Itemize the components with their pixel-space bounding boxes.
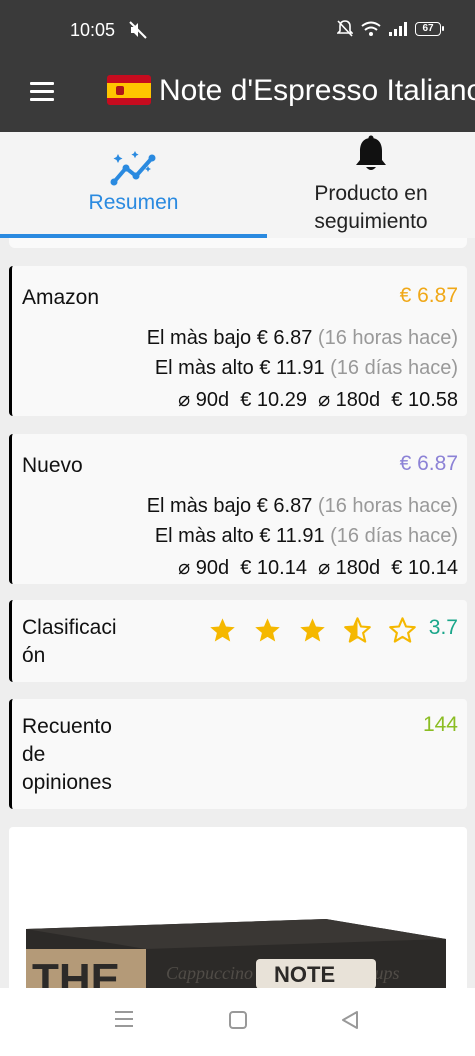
app-title: Note d'Espresso Italiano <box>159 74 475 107</box>
notification-off-icon <box>337 20 353 37</box>
home-icon[interactable] <box>228 1010 248 1030</box>
star-full-icon <box>300 618 325 642</box>
back-icon[interactable] <box>340 1010 360 1030</box>
amazon-lowest-row: El màs bajo € 6.87 (16 horas hace) <box>146 327 458 349</box>
rating-stars <box>208 616 417 644</box>
tab-resumen[interactable]: Resumen <box>0 132 267 238</box>
mute-icon <box>129 21 147 39</box>
amazon-price: € 6.87 <box>399 284 458 307</box>
svg-text:NOTE: NOTE <box>274 962 335 987</box>
tab-bar: Resumen Producto en seguimiento <box>0 132 475 238</box>
tab-resumen-label: Resumen <box>88 191 179 214</box>
amazon-title: Amazon <box>22 286 100 309</box>
rating-value: 3.7 <box>428 616 458 639</box>
amazon-highest-row: El màs alto € 11.91 (16 días hace) <box>154 357 458 379</box>
product-image-card[interactable]: THE Cappuccino Cookie Caffè Soups NOTE <box>9 827 467 988</box>
rating-title: Clasificaci ón <box>22 616 117 667</box>
battery-icon: 67 <box>415 22 444 36</box>
spain-flag-icon[interactable] <box>107 75 151 105</box>
system-nav-bar <box>0 988 475 1056</box>
nuevo-lowest-row: El màs bajo € 6.87 (16 horas hace) <box>146 495 458 517</box>
star-half-icon <box>344 617 371 643</box>
reviews-count-card[interactable]: Recuento de opiniones 144 <box>9 699 467 809</box>
previous-card-edge <box>9 238 467 248</box>
svg-text:THE: THE <box>32 955 120 988</box>
nuevo-highest-row: El màs alto € 11.91 (16 días hace) <box>154 525 458 547</box>
product-box-image: THE Cappuccino Cookie Caffè Soups NOTE <box>26 919 446 988</box>
star-empty-icon <box>389 617 416 643</box>
reviews-title: Recuento de opiniones <box>22 715 112 794</box>
overview-content[interactable]: Amazon € 6.87 El màs bajo € 6.87 (16 hor… <box>0 238 475 988</box>
trend-sparkle-icon <box>110 151 155 186</box>
nuevo-price-card[interactable]: Nuevo € 6.87 El màs bajo € 6.87 (16 hora… <box>9 434 467 584</box>
star-full-icon <box>255 618 280 642</box>
star-full-icon <box>210 618 235 642</box>
app-bar: Note d'Espresso Italiano <box>0 60 475 132</box>
signal-icon <box>389 22 407 36</box>
tab-producto-label: Producto en seguimiento <box>314 182 428 233</box>
bell-icon <box>356 135 386 170</box>
tab-producto-seguimiento[interactable]: Producto en seguimiento <box>267 132 475 238</box>
nuevo-price: € 6.87 <box>399 452 458 475</box>
status-bar: 10:05 67 <box>0 0 475 60</box>
menu-icon[interactable] <box>30 82 54 104</box>
amazon-averages-row: ⌀ 90d € 10.29 ⌀ 180d € 10.58 <box>178 389 458 411</box>
clock: 10:05 <box>70 20 116 40</box>
recent-apps-icon[interactable] <box>114 1010 134 1028</box>
amazon-price-card[interactable]: Amazon € 6.87 El màs bajo € 6.87 (16 hor… <box>9 266 467 416</box>
nuevo-title: Nuevo <box>22 454 83 477</box>
wifi-icon <box>361 21 381 36</box>
nuevo-averages-row: ⌀ 90d € 10.14 ⌀ 180d € 10.14 <box>178 557 458 579</box>
reviews-count: 144 <box>422 713 458 736</box>
rating-card[interactable]: Clasificaci ón 3.7 <box>9 600 467 682</box>
